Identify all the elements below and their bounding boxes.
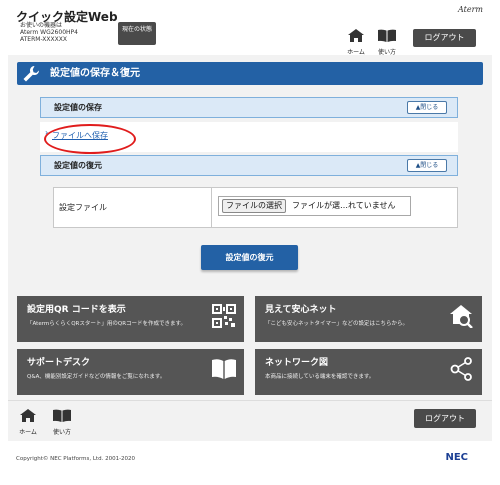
copyright: Copyright© NEC Platforms, Ltd. 2001-2020 bbox=[16, 456, 136, 462]
tile-qr-code-desc: 「AtermらくらくQRスタート」用のQRコードを作成できます。 bbox=[27, 321, 186, 327]
tile-safe-net-title: 見えて安心ネット bbox=[265, 305, 337, 315]
choose-file-button[interactable]: ファイルの選択 bbox=[222, 199, 286, 213]
tile-safe-net-desc: 「こども安心ネットタイマー」などの設定はこちらから。 bbox=[265, 321, 409, 327]
network-icon bbox=[450, 357, 472, 381]
save-section-header: 設定値の保存 bbox=[40, 97, 458, 118]
footer-logout-button[interactable]: ログアウト bbox=[414, 409, 476, 428]
footer-separator bbox=[8, 400, 492, 401]
tile-qr-code-title: 設定用QR コードを表示 bbox=[27, 305, 126, 315]
home-icon bbox=[20, 409, 36, 422]
tile-support-desk-title: サポートデスク bbox=[27, 358, 91, 368]
tile-qr-code[interactable]: 設定用QR コードを表示 「AtermらくらくQRスタート」用のQRコードを作成… bbox=[17, 296, 244, 342]
settings-file-input[interactable]: ファイルの選択 ファイルが選…れていません bbox=[218, 196, 411, 216]
aterm-logo: Aterm bbox=[458, 5, 483, 14]
footer-home-link[interactable]: ホーム bbox=[15, 407, 41, 436]
qr-code-icon bbox=[212, 304, 236, 328]
highlight-ellipse bbox=[44, 124, 136, 154]
tile-network-map-desc: 本商品に接続している端末を確認できます。 bbox=[265, 374, 375, 380]
settings-file-label: 設定ファイル bbox=[59, 203, 107, 212]
device-model: Aterm WG2600HP4 bbox=[20, 29, 78, 36]
guide-link[interactable]: 使い方 bbox=[374, 27, 400, 56]
device-serial: ATERM-XXXXXX bbox=[20, 36, 67, 43]
restore-section-header: 設定値の復元 bbox=[40, 155, 458, 176]
current-state-label: 現在の状態 bbox=[121, 26, 152, 33]
footer-home-label: ホーム bbox=[19, 429, 37, 436]
nec-logo: NEC bbox=[445, 452, 468, 463]
restore-section-close-button[interactable]: ▲閉じる bbox=[407, 159, 447, 172]
tile-support-desk[interactable]: サポートデスク Q&A、機能別設定ガイドなどの情報をご覧になれます。 bbox=[17, 349, 244, 395]
home-link[interactable]: ホーム bbox=[343, 27, 369, 56]
device-label: お使いの機器は bbox=[20, 22, 63, 29]
tile-network-map-title: ネットワーク図 bbox=[265, 358, 329, 368]
restore-settings-button[interactable]: 設定値の復元 bbox=[201, 245, 298, 270]
current-state-button[interactable]: 現在の状態 bbox=[118, 22, 156, 45]
footer-guide-link[interactable]: 使い方 bbox=[49, 407, 75, 436]
footer-guide-label: 使い方 bbox=[52, 429, 71, 436]
tile-safe-net[interactable]: 見えて安心ネット 「こども安心ネットタイマー」などの設定はこちらから。 bbox=[255, 296, 482, 342]
tile-network-map[interactable]: ネットワーク図 本商品に接続している端末を確認できます。 bbox=[255, 349, 482, 395]
table-divider bbox=[211, 187, 212, 228]
page-title: 設定値の保存＆復元 bbox=[17, 62, 483, 85]
home-icon bbox=[348, 29, 364, 42]
file-status-text: ファイルが選…れていません bbox=[292, 201, 396, 210]
book-icon bbox=[378, 29, 396, 42]
home-search-icon bbox=[450, 305, 473, 328]
save-section-close-button[interactable]: ▲閉じる bbox=[407, 101, 447, 114]
book-icon bbox=[212, 359, 236, 379]
logout-button[interactable]: ログアウト bbox=[413, 29, 476, 47]
tile-support-desk-desc: Q&A、機能別設定ガイドなどの情報をご覧になれます。 bbox=[27, 374, 166, 380]
book-icon bbox=[53, 409, 71, 422]
wrench-icon bbox=[23, 65, 40, 82]
